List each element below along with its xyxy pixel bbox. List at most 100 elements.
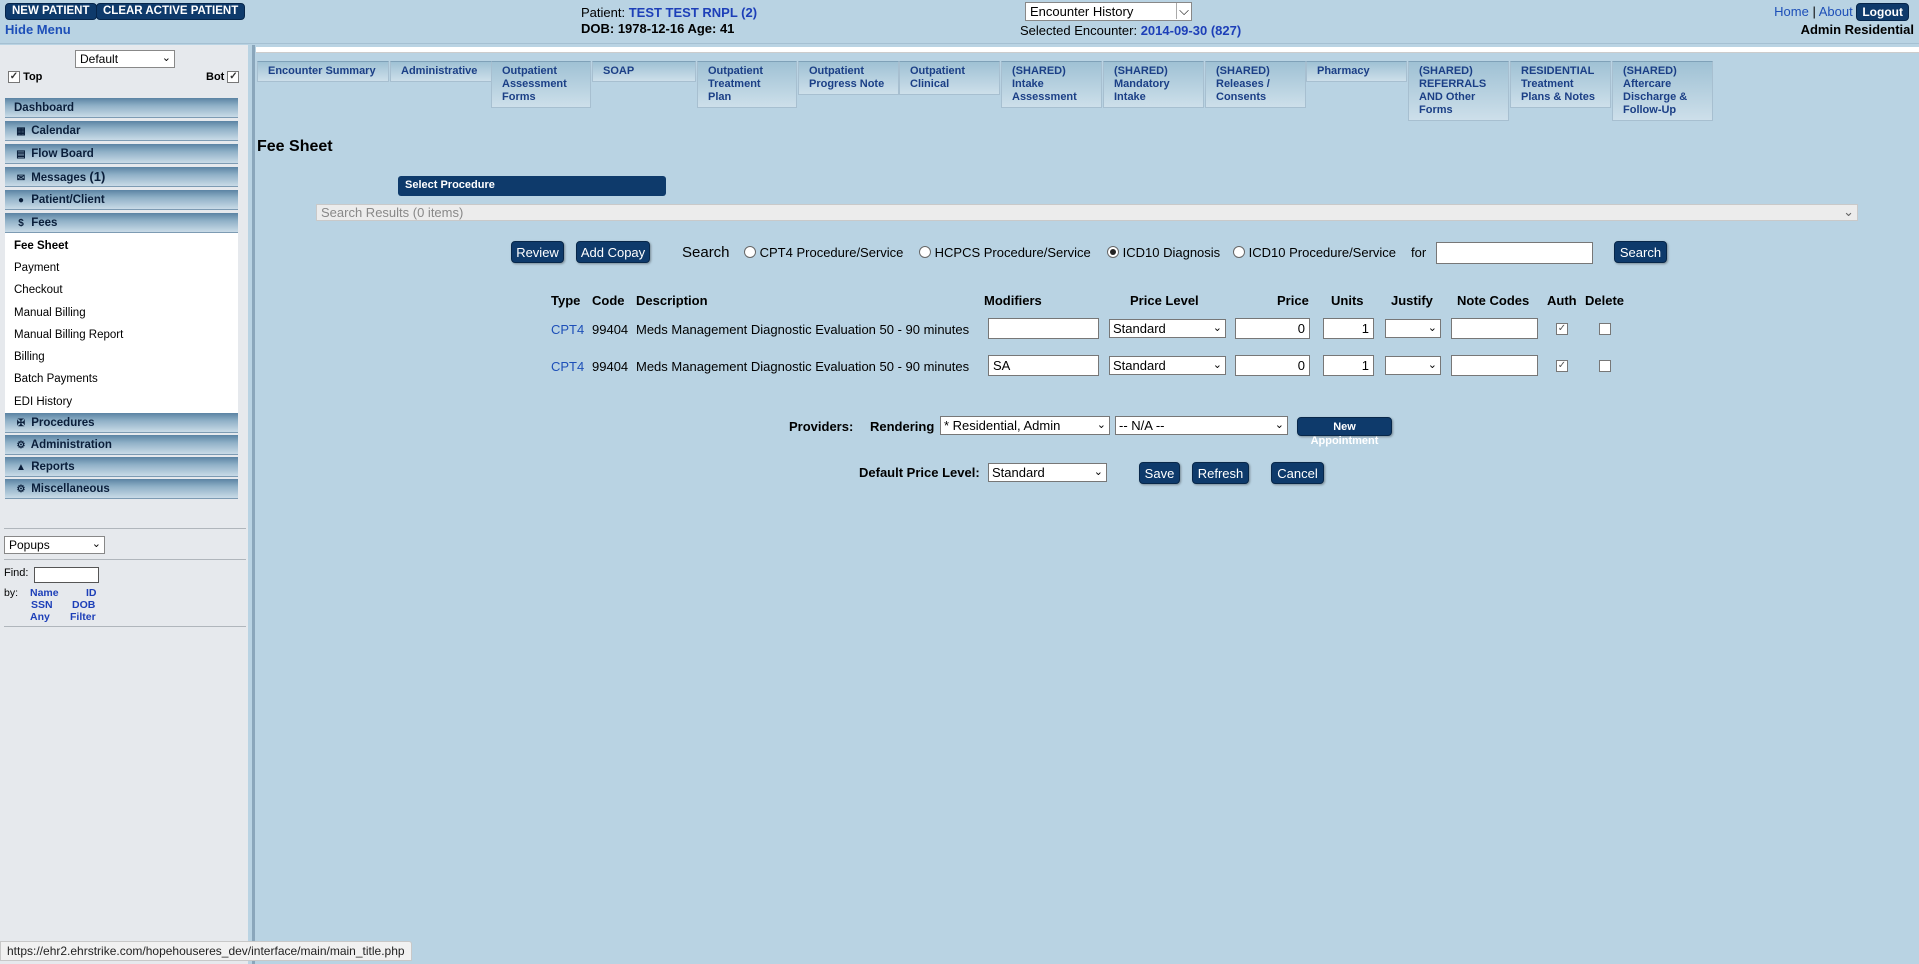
row2-price-input[interactable]: 0 xyxy=(1235,355,1310,376)
nav-fees[interactable]: $ Fees xyxy=(5,213,238,233)
nav-dashboard[interactable]: Dashboard xyxy=(5,98,238,118)
tab-shared-aftercare[interactable]: (SHARED) Aftercare Discharge & Follow-Up xyxy=(1612,61,1713,121)
find-input[interactable] xyxy=(34,567,99,583)
radio-hcpcs[interactable]: HCPCS Procedure/Service xyxy=(919,245,1091,260)
user-icon: ● xyxy=(17,195,25,206)
row1-type-link[interactable]: CPT4 xyxy=(551,322,584,337)
supervisor-provider-select[interactable]: -- N/A -- ⌄ xyxy=(1115,416,1288,435)
logout-button[interactable]: Logout xyxy=(1856,3,1909,21)
nav-calendar[interactable]: ▦ Calendar xyxy=(5,121,238,141)
tab-outpatient-treatment-plan[interactable]: Outpatient Treatment Plan xyxy=(697,61,797,108)
home-link[interactable]: Home xyxy=(1774,4,1809,19)
row1-delete-checkbox[interactable] xyxy=(1599,323,1611,335)
tab-label: Outpatient xyxy=(809,65,864,77)
radio-icd10-diagnosis-button[interactable] xyxy=(1107,246,1119,258)
find-by-ssn[interactable]: SSN xyxy=(31,599,53,611)
top-checkbox[interactable]: ✓ xyxy=(8,71,20,84)
cancel-button[interactable]: Cancel xyxy=(1271,462,1324,484)
radio-icd10-procedure[interactable]: ICD10 Procedure/Service xyxy=(1233,245,1396,260)
menu-set-select[interactable]: Default ⌄ xyxy=(75,50,175,68)
row2-delete-checkbox[interactable] xyxy=(1599,360,1611,372)
selected-encounter-link[interactable]: 2014-09-30 (827) xyxy=(1141,23,1241,38)
tab-shared-mandatory-intake[interactable]: (SHARED) Mandatory Intake xyxy=(1103,61,1204,108)
save-button[interactable]: Save xyxy=(1139,462,1180,484)
nav-administration[interactable]: ⚙ Administration xyxy=(5,435,238,455)
row2-price-level-select[interactable]: Standard ⌄ xyxy=(1109,356,1226,375)
select-procedure-button[interactable]: Select Procedure xyxy=(398,176,666,196)
refresh-button[interactable]: Refresh xyxy=(1192,462,1249,484)
new-patient-button[interactable]: NEW PATIENT xyxy=(5,3,97,20)
search-results-select[interactable]: Search Results (0 items) ⌄ xyxy=(316,204,1858,221)
submenu-fee-sheet[interactable]: Fee Sheet xyxy=(5,235,238,257)
row2-type-link[interactable]: CPT4 xyxy=(551,359,584,374)
row2-modifiers-input[interactable]: SA xyxy=(988,355,1099,376)
tab-residential-treatment-plans[interactable]: RESIDENTIAL Treatment Plans & Notes xyxy=(1510,61,1611,108)
review-button[interactable]: Review xyxy=(511,241,564,263)
tab-soap[interactable]: SOAP xyxy=(592,61,696,82)
submenu-batch-payments[interactable]: Batch Payments xyxy=(5,368,238,390)
row1-price-input[interactable]: 0 xyxy=(1235,318,1310,339)
row2-auth-checkbox[interactable]: ✓ xyxy=(1556,360,1568,372)
selected-encounter-label: Selected Encounter: xyxy=(1020,23,1138,38)
hide-menu-link[interactable]: Hide Menu xyxy=(5,22,71,37)
col-auth: Auth xyxy=(1547,293,1577,308)
search-term-input[interactable] xyxy=(1436,242,1593,264)
chevron-down-icon: ⌵ xyxy=(1176,3,1189,19)
find-by-id[interactable]: ID xyxy=(86,587,97,599)
bot-toggle[interactable]: Bot ✓ xyxy=(206,71,240,84)
tab-shared-intake-assessment[interactable]: (SHARED) Intake Assessment xyxy=(1001,61,1102,108)
submenu-manual-billing-report[interactable]: Manual Billing Report xyxy=(5,324,238,346)
add-copay-button[interactable]: Add Copay xyxy=(576,241,650,263)
popups-select[interactable]: Popups ⌄ xyxy=(4,536,105,554)
find-by-any[interactable]: Any xyxy=(30,611,50,623)
nav-reports[interactable]: ▲ Reports xyxy=(5,457,238,477)
default-price-level-select[interactable]: Standard ⌄ xyxy=(988,463,1107,482)
row1-justify-select[interactable]: ⌄ xyxy=(1385,319,1441,338)
tab-outpatient-assessment-forms[interactable]: Outpatient Assessment Forms xyxy=(491,61,591,108)
rendering-provider-select[interactable]: * Residential, Admin ⌄ xyxy=(940,416,1110,435)
patient-name-link[interactable]: TEST TEST RNPL (2) xyxy=(629,5,757,20)
find-by-dob[interactable]: DOB xyxy=(72,599,95,611)
row1-note-codes-input[interactable] xyxy=(1451,318,1538,339)
submenu-edi-history[interactable]: EDI History xyxy=(5,391,238,413)
tab-outpatient-clinical[interactable]: Outpatient Clinical xyxy=(899,61,1000,95)
tab-shared-releases-consents[interactable]: (SHARED) Releases / Consents xyxy=(1205,61,1306,108)
submenu-payment[interactable]: Payment xyxy=(5,257,238,279)
row1-price-level-select[interactable]: Standard ⌄ xyxy=(1109,319,1226,338)
radio-icd10-diagnosis[interactable]: ICD10 Diagnosis xyxy=(1107,245,1220,260)
search-button[interactable]: Search xyxy=(1614,241,1667,263)
frame-splitter[interactable] xyxy=(252,45,255,964)
find-by-filter[interactable]: Filter xyxy=(70,611,96,623)
submenu-billing[interactable]: Billing xyxy=(5,346,238,368)
submenu-manual-billing[interactable]: Manual Billing xyxy=(5,302,238,324)
row1-auth-checkbox[interactable]: ✓ xyxy=(1556,323,1568,335)
row1-modifiers-input[interactable] xyxy=(988,318,1099,339)
nav-procedures[interactable]: ✠ Procedures xyxy=(5,413,238,433)
row2-justify-select[interactable]: ⌄ xyxy=(1385,356,1441,375)
tab-encounter-summary[interactable]: Encounter Summary xyxy=(257,61,389,82)
row2-units-input[interactable]: 1 xyxy=(1323,355,1374,376)
clear-active-patient-button[interactable]: CLEAR ACTIVE PATIENT xyxy=(96,3,246,20)
nav-miscellaneous[interactable]: ⚙ Miscellaneous xyxy=(5,479,238,499)
tab-outpatient-progress-note[interactable]: Outpatient Progress Note xyxy=(798,61,899,95)
nav-flow-board[interactable]: ▤ Flow Board xyxy=(5,144,238,164)
new-appointment-button[interactable]: New Appointment xyxy=(1297,417,1392,447)
row2-note-codes-input[interactable] xyxy=(1451,355,1538,376)
radio-cpt4[interactable]: CPT4 Procedure/Service xyxy=(744,245,903,260)
tab-pharmacy[interactable]: Pharmacy xyxy=(1306,61,1407,82)
bot-checkbox[interactable]: ✓ xyxy=(227,71,240,84)
radio-cpt4-button[interactable] xyxy=(744,246,756,258)
encounter-history-select[interactable]: Encounter History ⌵ xyxy=(1025,2,1192,21)
about-link[interactable]: About xyxy=(1819,4,1853,19)
nav-patient-client[interactable]: ● Patient/Client xyxy=(5,190,238,210)
radio-icd10-procedure-button[interactable] xyxy=(1233,246,1245,258)
tab-label: Intake xyxy=(1012,78,1044,90)
nav-messages[interactable]: ✉ Messages (1) xyxy=(5,167,238,187)
submenu-checkout[interactable]: Checkout xyxy=(5,279,238,301)
row1-units-input[interactable]: 1 xyxy=(1323,318,1374,339)
tab-shared-referrals[interactable]: (SHARED) REFERRALS AND Other Forms xyxy=(1408,61,1509,121)
radio-hcpcs-button[interactable] xyxy=(919,246,931,258)
find-by-name[interactable]: Name xyxy=(30,587,59,599)
tab-administrative[interactable]: Administrative xyxy=(390,61,497,82)
top-toggle[interactable]: ✓ Top xyxy=(8,71,42,84)
